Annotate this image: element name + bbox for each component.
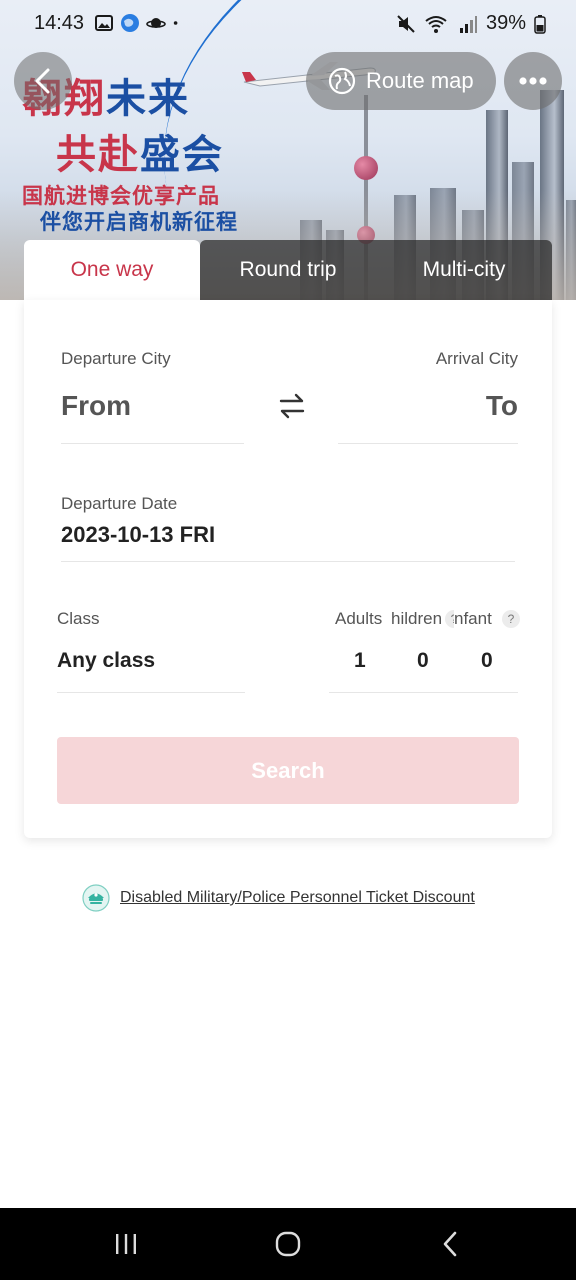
to-city-field[interactable]: To [486, 390, 518, 422]
slogan-line-2: 共赴盛会 [56, 132, 224, 178]
wifi-icon [425, 15, 447, 33]
adults-label: Adults [335, 609, 383, 628]
infant-help-icon[interactable]: ? [502, 610, 520, 628]
signal-icon [459, 15, 477, 33]
recent-apps-button[interactable] [106, 1228, 146, 1260]
status-bar: 14:43 39% [0, 0, 576, 46]
class-divider [57, 692, 245, 693]
search-button[interactable]: Search [57, 737, 519, 804]
swap-cities-icon[interactable] [276, 392, 308, 420]
more-options-button[interactable] [504, 52, 562, 110]
adults-count[interactable]: 1 [354, 649, 366, 673]
system-nav-bar [0, 1208, 576, 1280]
class-selector[interactable]: Any class [57, 649, 155, 673]
mute-icon [397, 14, 415, 33]
globe-app-icon [121, 14, 139, 32]
chevron-left-icon [35, 68, 50, 94]
infant-count[interactable]: 0 [481, 649, 493, 673]
departure-date-field[interactable]: 2023-10-13 FRI [61, 522, 215, 548]
back-nav-button[interactable] [430, 1228, 470, 1260]
battery-icon [534, 14, 546, 34]
back-arrow-icon [443, 1231, 457, 1257]
date-divider [61, 561, 515, 562]
from-divider [61, 443, 244, 444]
police-cap-icon [82, 884, 110, 912]
discount-link[interactable]: Disabled Military/Police Personnel Ticke… [82, 884, 475, 912]
status-time: 14:43 [34, 12, 85, 34]
recent-apps-icon [116, 1234, 136, 1254]
tab-one-way[interactable]: One way [24, 240, 200, 300]
gallery-icon [95, 15, 113, 31]
arrival-city-label: Arrival City [435, 349, 518, 368]
route-map-button[interactable]: Route map [306, 52, 496, 110]
passengers-divider [329, 692, 518, 693]
departure-date-label: Departure Date [61, 494, 178, 513]
children-label: hildren [391, 609, 443, 628]
from-city-field[interactable]: From [61, 390, 131, 422]
dot-icon [173, 21, 178, 25]
departure-city-label: Departure City [61, 349, 171, 368]
battery-percent: 39% [485, 12, 526, 34]
globe-icon [328, 67, 356, 95]
discount-link-text[interactable]: Disabled Military/Police Personnel Ticke… [120, 889, 475, 907]
children-count[interactable]: 0 [417, 649, 429, 673]
route-map-label: Route map [366, 68, 474, 93]
flight-search-card: Departure City Arrival City From To Depa… [24, 300, 552, 838]
to-divider [338, 443, 518, 444]
trip-type-tabs: One way Round trip Multi-city [24, 240, 552, 300]
back-button[interactable] [14, 52, 72, 110]
saturn-app-icon [146, 18, 166, 28]
infant-label: nfant [454, 609, 498, 629]
home-icon [275, 1231, 301, 1257]
tab-multi-city[interactable]: Multi-city [376, 240, 552, 300]
class-label: Class [57, 609, 100, 628]
home-button[interactable] [268, 1228, 308, 1260]
more-dots-icon [519, 77, 547, 85]
slogan-line-4: 伴您开启商机新征程 [40, 210, 238, 234]
tab-round-trip[interactable]: Round trip [200, 240, 376, 300]
